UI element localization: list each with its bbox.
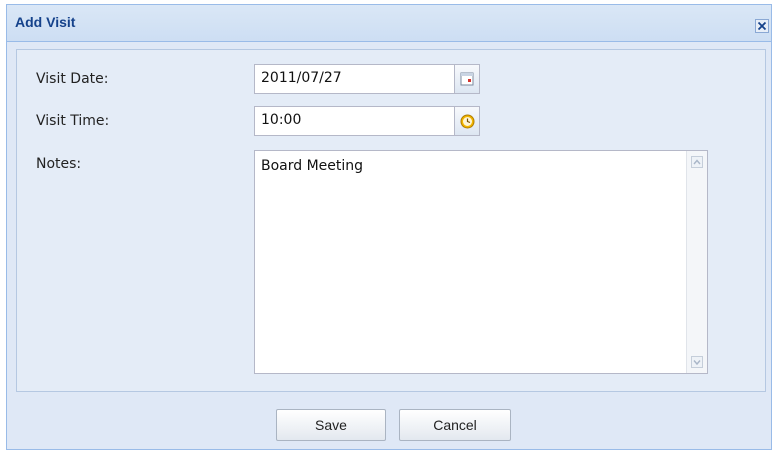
visit-time-label: Visit Time: <box>36 113 110 129</box>
visit-time-field[interactable]: 10:00 <box>254 106 456 136</box>
add-visit-dialog: Add Visit Visit Date: 2011/07/27 Visit T… <box>6 4 772 450</box>
cancel-button[interactable]: Cancel <box>399 409 511 441</box>
scroll-down-icon[interactable] <box>688 353 706 371</box>
dialog-title: Add Visit <box>15 14 76 30</box>
close-icon[interactable] <box>755 19 769 33</box>
dialog-footer: Save Cancel <box>7 393 771 449</box>
notes-textarea[interactable]: Board Meeting <box>254 150 708 374</box>
visit-date-label: Visit Date: <box>36 71 109 87</box>
visit-time-value: 10:00 <box>261 112 302 128</box>
dialog-titlebar[interactable]: Add Visit <box>7 5 771 42</box>
visit-date-field[interactable]: 2011/07/27 <box>254 64 456 94</box>
notes-value: Board Meeting <box>261 158 364 174</box>
clock-icon[interactable] <box>454 106 480 136</box>
notes-label: Notes: <box>36 156 82 172</box>
visit-date-value: 2011/07/27 <box>261 70 342 86</box>
calendar-icon[interactable] <box>454 64 480 94</box>
form-panel: Visit Date: 2011/07/27 Visit Time: 10:00… <box>16 49 766 392</box>
scroll-up-icon[interactable] <box>688 153 706 171</box>
save-button[interactable]: Save <box>276 409 386 441</box>
notes-scrollbar[interactable] <box>686 151 707 373</box>
